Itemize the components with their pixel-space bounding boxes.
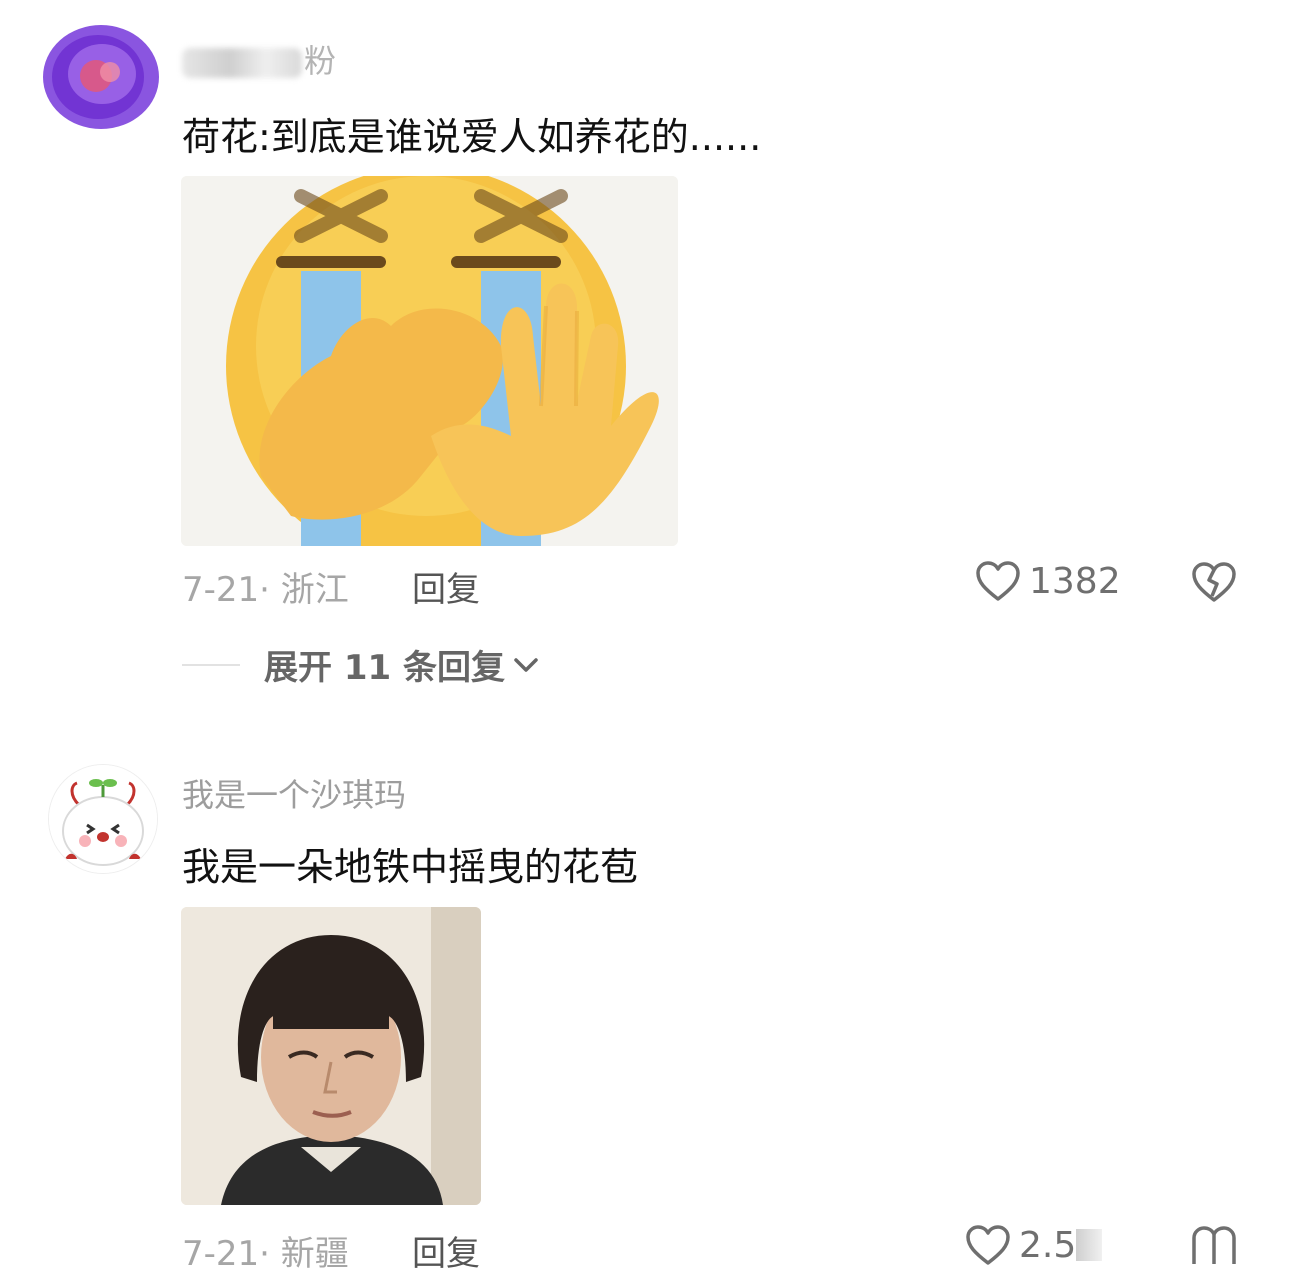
avatar[interactable] xyxy=(48,764,158,874)
heart-outline-icon xyxy=(976,561,1020,601)
comment-item: 粉 荷花:到底是谁说爱人如养花的...... 7-21· 浙江 回复 1382 … xyxy=(0,0,1290,700)
dislike-button[interactable] xyxy=(1190,1224,1238,1272)
dislike-button[interactable] xyxy=(1190,560,1238,608)
like-count: 1382 xyxy=(1029,560,1121,602)
like-button[interactable]: 2.5 xyxy=(965,1224,1103,1266)
comment-image-emoji[interactable] xyxy=(181,176,678,546)
reply-button[interactable]: 回复 xyxy=(412,562,480,611)
heart-outline-icon xyxy=(966,1225,1010,1265)
redacted-name xyxy=(182,48,302,78)
comment-image-photo[interactable] xyxy=(181,907,481,1205)
redacted-block xyxy=(1076,1229,1103,1261)
expand-replies-button[interactable]: 展开 11 条回复 xyxy=(182,640,539,689)
like-count: 2.5 xyxy=(1019,1224,1077,1266)
broken-heart-icon xyxy=(1192,1226,1236,1264)
expand-replies-label: 展开 11 条回复 xyxy=(264,648,505,688)
divider xyxy=(182,663,240,666)
comment-text: 我是一朵地铁中摇曳的花苞 xyxy=(182,845,639,889)
comment-text: 荷花:到底是谁说爱人如养花的...... xyxy=(182,115,762,159)
username[interactable]: 粉 xyxy=(182,36,336,82)
username[interactable]: 我是一个沙琪玛 xyxy=(182,770,406,816)
reply-button[interactable]: 回复 xyxy=(412,1226,480,1275)
comment-date-location: 7-21· 浙江 xyxy=(182,570,349,610)
comment-date-location: 7-21· 新疆 xyxy=(182,1234,349,1274)
avatar[interactable] xyxy=(40,22,162,132)
chevron-down-icon xyxy=(514,657,538,672)
broken-heart-icon xyxy=(1192,562,1236,602)
like-button[interactable]: 1382 xyxy=(975,560,1121,602)
comment-item: 我是一个沙琪玛 我是一朵地铁中摇曳的花苞 7-21· 新疆 回复 2.5 xyxy=(0,740,1290,1287)
